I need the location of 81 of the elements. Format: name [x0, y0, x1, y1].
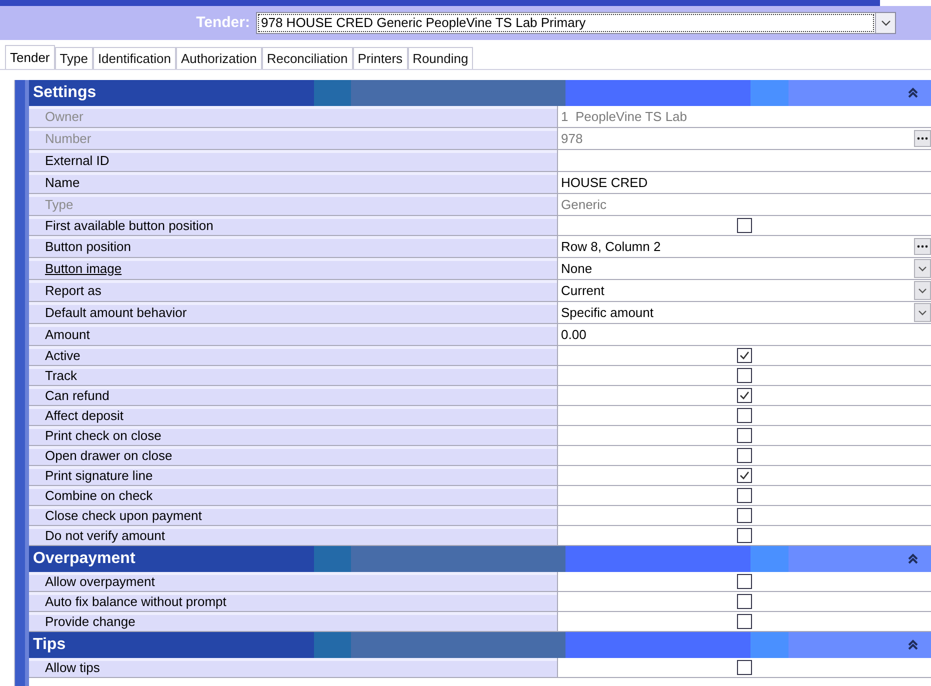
property-label: First available button position [45, 216, 214, 235]
property-label: Number [45, 130, 92, 148]
property-label: Type [45, 196, 74, 214]
property-label: Do not verify amount [45, 526, 165, 545]
checkbox[interactable] [737, 528, 752, 543]
tab[interactable]: Identification [92, 47, 176, 69]
property-label: Allow overpayment [45, 572, 155, 591]
section-title: Overpayment [32, 549, 136, 569]
property-label: Button image [45, 260, 122, 278]
checkbox[interactable] [737, 408, 752, 423]
chevron-down-icon [918, 288, 927, 294]
property-label: Active [45, 346, 80, 365]
property-label: Owner [45, 108, 84, 126]
property-label: Name [45, 174, 80, 192]
ellipsis-button[interactable] [914, 238, 931, 255]
checkbox[interactable] [737, 488, 752, 503]
checkbox[interactable] [737, 614, 752, 629]
tender-label: Tender: [196, 12, 250, 33]
section-header[interactable]: Overpayment [29, 546, 931, 572]
dropdown-button[interactable] [914, 259, 931, 278]
ellipsis-icon [917, 245, 928, 248]
property-value: None [560, 260, 592, 278]
property-label: Provide change [45, 612, 136, 631]
property-label: Affect deposit [45, 406, 124, 425]
section-header[interactable]: Tips [29, 632, 931, 658]
tab[interactable]: Rounding [408, 47, 474, 69]
property-label: Print check on close [45, 426, 162, 445]
tab[interactable]: Reconciliation [262, 47, 353, 69]
property-value: HOUSE CRED [560, 174, 648, 192]
checkbox[interactable] [737, 574, 752, 589]
chevron-down-icon [918, 266, 927, 272]
tab[interactable]: Authorization [176, 47, 262, 69]
property-label: External ID [45, 152, 110, 170]
checkbox[interactable] [737, 468, 752, 483]
checkbox[interactable] [737, 218, 752, 233]
property-value: Generic [560, 196, 607, 214]
property-label: Allow tips [45, 658, 100, 677]
property-label: Auto fix balance without prompt [45, 592, 226, 611]
tab[interactable]: Tender [5, 45, 55, 69]
collapse-icon[interactable] [907, 639, 919, 651]
checkbox[interactable] [737, 428, 752, 443]
property-value: Specific amount [560, 304, 654, 322]
ellipsis-button[interactable] [914, 130, 931, 147]
property-label: Track [45, 366, 78, 385]
property-label: Button position [45, 238, 132, 256]
property-label: Print signature line [45, 466, 153, 485]
section-header[interactable]: Settings [29, 80, 931, 106]
checkbox[interactable] [737, 660, 752, 675]
checkbox[interactable] [737, 348, 752, 363]
property-label: Report as [45, 282, 102, 300]
checkbox[interactable] [737, 508, 752, 523]
property-value: 0.00 [560, 326, 586, 344]
chevron-down-icon [918, 310, 927, 316]
property-value: Row 8, Column 2 [560, 238, 661, 256]
section-title: Settings [32, 83, 98, 103]
dropdown-button[interactable] [914, 303, 931, 322]
property-label: Close check upon payment [45, 506, 202, 525]
dropdown-button[interactable] [914, 281, 931, 300]
property-label: Amount [45, 326, 90, 344]
property-label: Open drawer on close [45, 446, 172, 465]
ellipsis-icon [917, 137, 928, 140]
checkmark-icon [739, 350, 750, 361]
tab[interactable]: Printers [352, 47, 408, 69]
checkbox[interactable] [737, 388, 752, 403]
checkmark-icon [739, 390, 750, 401]
collapse-icon[interactable] [907, 553, 919, 565]
property-label: Can refund [45, 386, 110, 405]
tender-select[interactable]: 978 HOUSE CRED Generic PeopleVine TS Lab Primary [256, 12, 896, 34]
property-label: Default amount behavior [45, 304, 187, 322]
checkmark-icon [739, 470, 750, 481]
tab[interactable]: Type [54, 47, 93, 69]
property-value: Current [560, 282, 604, 300]
property-value: 1 PeopleVine TS Lab [560, 108, 688, 126]
checkbox[interactable] [737, 368, 752, 383]
chevron-down-icon [880, 20, 890, 26]
section-title: Tips [32, 635, 67, 655]
property-label: Combine on check [45, 486, 153, 505]
property-value: 978 [560, 130, 583, 148]
checkbox[interactable] [737, 594, 752, 609]
collapse-icon[interactable] [907, 87, 919, 99]
checkbox[interactable] [737, 448, 752, 463]
